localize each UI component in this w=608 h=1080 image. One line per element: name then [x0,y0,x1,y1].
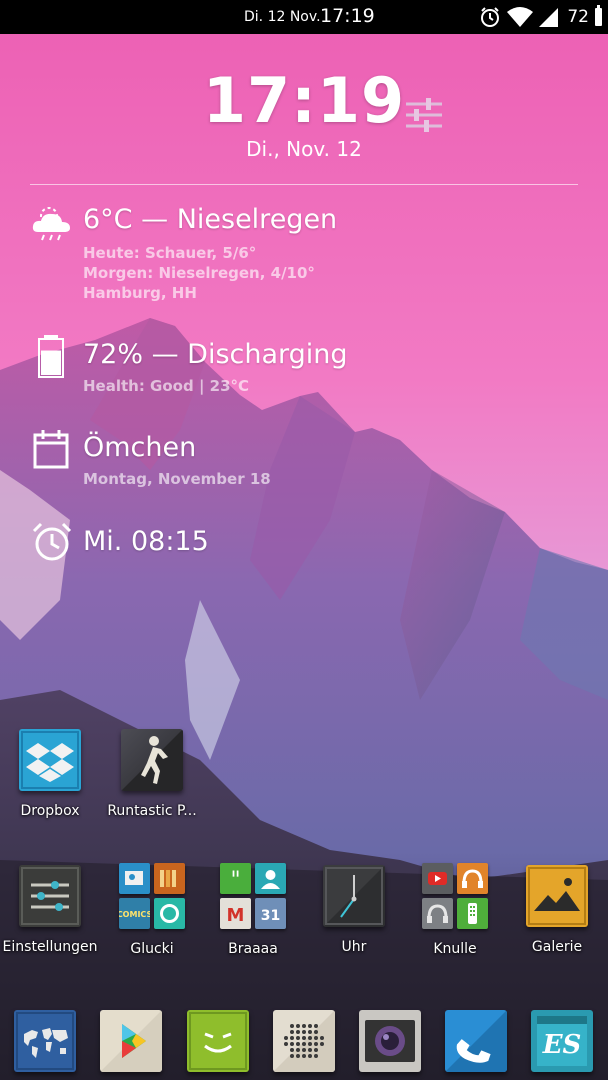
folder-app-icon [255,863,286,894]
app-label: Einstellungen [2,939,98,955]
play-store-icon [100,1010,162,1072]
svg-text:": " [230,868,240,893]
weather-row[interactable]: 6°C — Nieselregen Heute: Schauer, 5/6° M… [30,200,590,310]
settings-sliders-icon [19,865,81,927]
dropbox-icon [19,729,81,791]
calendar-row[interactable]: Ömchen Montag, November 18 [30,428,590,490]
folder-app-icon: COMICS [119,898,150,929]
svg-text:COMICS: COMICS [119,910,150,919]
folder-app-icon [422,863,453,894]
face-icon [189,1012,247,1070]
clock-widget-date: Di., Nov. 12 [246,137,362,161]
folder-app-icon [154,863,185,894]
app-uhr[interactable]: Uhr [304,865,404,955]
app-label: Uhr [341,939,367,955]
battery-health: Health: Good | 23°C [83,377,250,395]
folder-app-icon: M [220,898,251,929]
dock-play-store[interactable] [100,1010,162,1072]
battery-row[interactable]: 72% — Discharging Health: Good | 23°C [30,335,590,397]
weather-today: Heute: Schauer, 5/6° [83,244,257,262]
alarm-title: Mi. 08:15 [83,526,209,557]
wifi-icon [507,7,534,27]
dock-face-app[interactable] [187,1010,249,1072]
world-map-icon [16,1012,74,1070]
battery-icon [595,5,602,26]
battery-title: 72% — Discharging [83,339,348,370]
folder-app-icon [422,898,453,929]
app-label: Braaaa [228,941,278,957]
app-galerie[interactable]: Galerie [507,865,607,955]
app-label: Galerie [531,939,583,955]
folder-icon [422,863,488,929]
weather-title: 6°C — Nieselregen [83,204,338,235]
calendar-title: Ömchen [83,432,197,463]
svg-text:31: 31 [261,908,280,924]
dock-speaker-app[interactable] [273,1010,335,1072]
status-date: Di. 12 Nov. [244,9,321,25]
weather-tomorrow: Morgen: Nieselregen, 4/10° [83,264,315,282]
folder-app-icon [457,863,488,894]
app-einstellungen[interactable]: Einstellungen [0,865,100,955]
signal-icon [539,8,559,27]
svg-text:M: M [227,905,245,926]
folder-app-icon [154,898,185,929]
folder-icon: " M 31 [220,863,286,929]
status-bar: Di. 12 Nov. 17:19 72 [0,0,608,34]
folder-braaaa[interactable]: " M 31 Braaaa [203,863,303,957]
sliders-icon[interactable] [404,97,444,133]
folder-app-icon: " [220,863,251,894]
speaker-grid-icon [273,1010,335,1072]
battery-icon [38,335,64,378]
alarm-icon [481,7,500,27]
widget-divider [30,184,578,185]
dock-camera[interactable] [359,1010,421,1072]
dock-es-file-explorer[interactable]: ES [531,1010,593,1072]
dock-maps[interactable] [14,1010,76,1072]
es-logo-text: ES [542,1030,582,1060]
status-time: 17:19 [320,5,375,27]
camera-icon [365,1020,415,1062]
clock-widget-time[interactable]: 17:19 [0,64,608,137]
weather-location: Hamburg, HH [83,284,197,302]
app-label: Glucki [130,941,174,957]
folder-app-icon [119,863,150,894]
app-label: Dropbox [20,803,80,819]
alarm-row[interactable]: Mi. 08:15 [30,520,590,564]
dock-phone[interactable] [445,1010,507,1072]
app-runtastic[interactable]: Runtastic P... [102,729,202,819]
app-label: Knulle [433,941,477,957]
folder-app-icon [457,898,488,929]
status-battery-percent: 72 [567,7,589,27]
calendar-date: Montag, November 18 [83,470,271,488]
runner-icon [121,729,183,791]
folder-app-icon: 31 [255,898,286,929]
alarm-clock-icon [32,522,72,561]
app-label: Runtastic P... [107,803,197,819]
cloud-rain-icon [32,207,70,241]
folder-glucki[interactable]: COMICS Glucki [102,863,202,957]
clock-icon [323,865,385,927]
app-dropbox[interactable]: Dropbox [0,729,100,819]
folder-icon: COMICS [119,863,185,929]
folder-knulle[interactable]: Knulle [405,863,505,957]
phone-icon [445,1010,507,1072]
calendar-icon [33,430,69,469]
gallery-icon [526,865,588,927]
